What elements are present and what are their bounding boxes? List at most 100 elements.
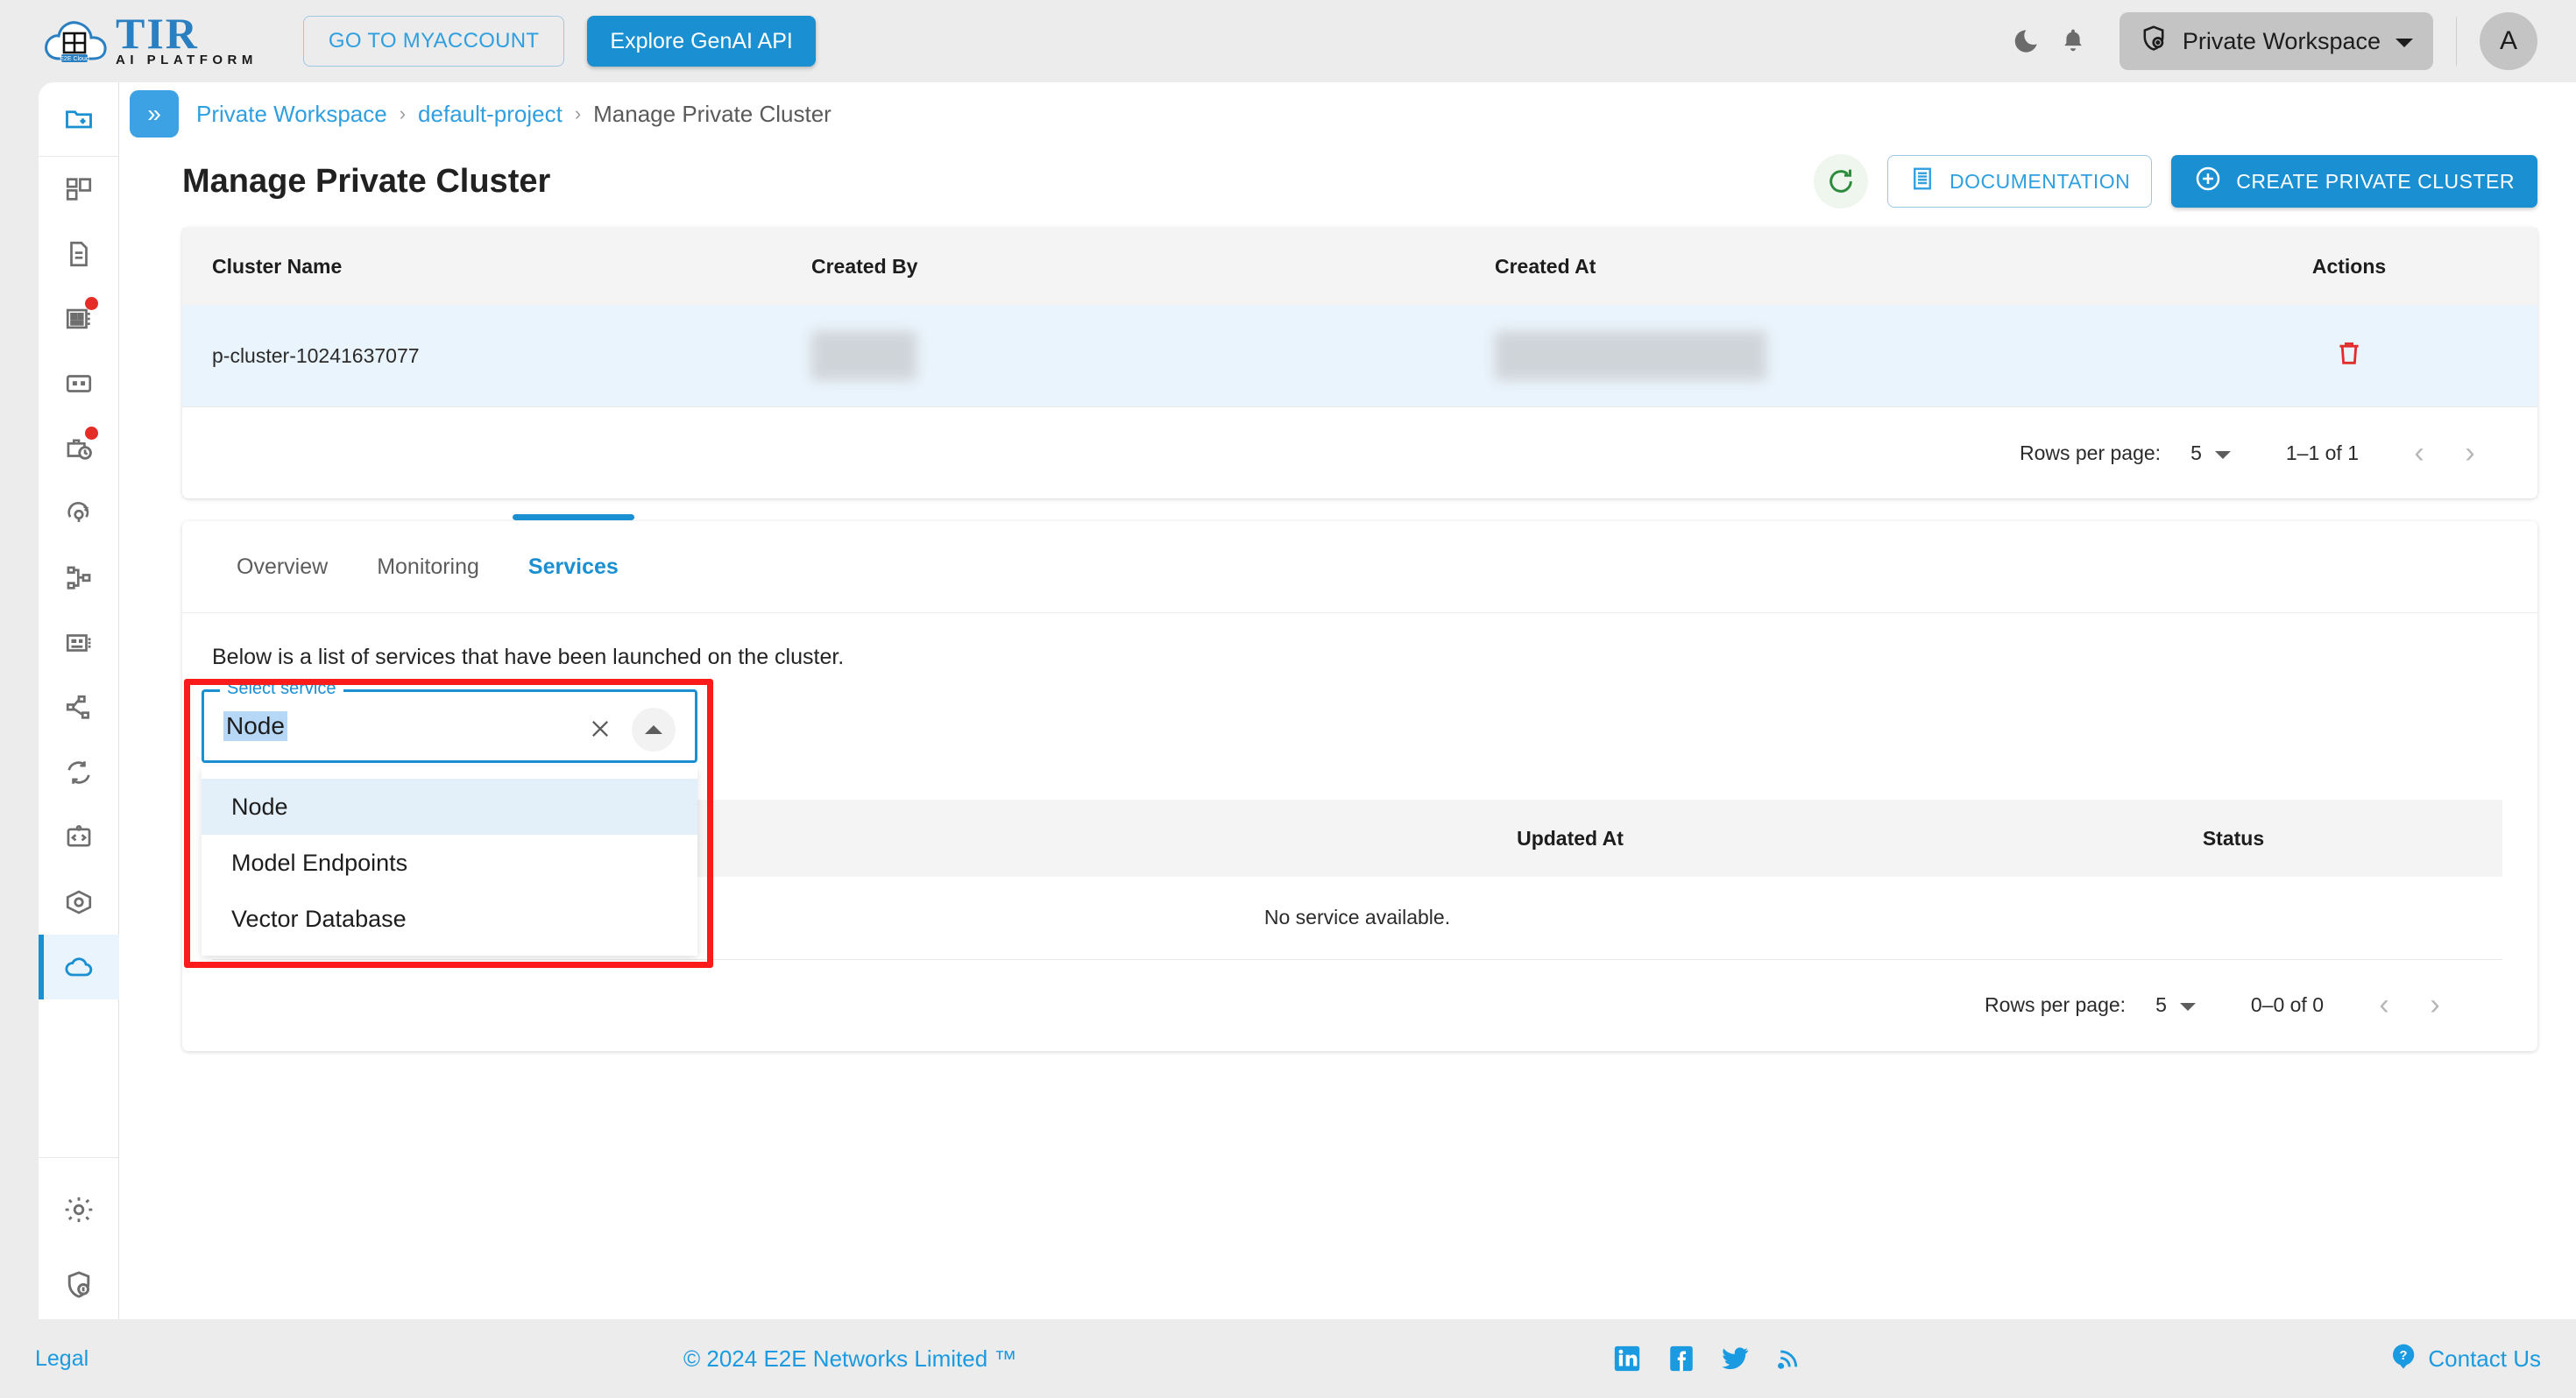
page-header: Manage Private Cluster DOCUMENTATION CRE…	[119, 145, 2576, 208]
svg-text:E2E Cloud: E2E Cloud	[60, 56, 89, 62]
option-vector-database-label: Vector Database	[231, 905, 407, 932]
rss-icon[interactable]	[1775, 1344, 1801, 1373]
sidebar-item-datasets[interactable]	[39, 351, 119, 416]
tab-overview-label: Overview	[237, 554, 329, 579]
next-page-icon[interactable]: ›	[2410, 980, 2460, 1031]
sidebar-item-pipelines[interactable]	[39, 546, 119, 611]
go-to-myaccount-button[interactable]: GO TO MYACCOUNT	[302, 16, 565, 67]
cell-actions	[2161, 305, 2537, 407]
chevron-up-icon[interactable]	[632, 708, 676, 752]
services-column-status: Status	[1964, 800, 2502, 877]
sidebar	[39, 82, 119, 1319]
svg-text:?: ?	[2400, 1349, 2408, 1363]
page-title: Manage Private Cluster	[182, 162, 551, 200]
help-icon: ?	[2389, 1342, 2417, 1376]
rows-per-page-select[interactable]: 5	[2155, 993, 2197, 1017]
select-service-value: Node	[223, 711, 287, 741]
twitter-icon[interactable]	[1721, 1344, 1751, 1373]
sidebar-item-notebooks[interactable]	[39, 222, 119, 286]
sidebar-group-main	[39, 157, 119, 1158]
tab-bar: Overview Monitoring Services	[182, 514, 2537, 612]
sidebar-item-models[interactable]	[39, 286, 119, 351]
chevron-down-icon	[2179, 993, 2197, 1017]
create-private-cluster-button[interactable]: CREATE PRIVATE CLUSTER	[2171, 155, 2537, 208]
sidebar-item-api[interactable]	[39, 805, 119, 870]
workspace-shield-icon	[2139, 24, 2169, 60]
sidebar-item-registry[interactable]	[39, 870, 119, 935]
documentation-label: DOCUMENTATION	[1950, 169, 2131, 193]
sidebar-item-jobs[interactable]	[39, 416, 119, 481]
rows-per-page-select[interactable]: 5	[2190, 441, 2232, 465]
linkedin-icon[interactable]	[1612, 1344, 1642, 1373]
close-icon[interactable]	[581, 710, 619, 748]
breadcrumb-current: Manage Private Cluster	[593, 100, 832, 127]
refresh-icon[interactable]	[1814, 154, 1869, 208]
cluster-table-body: p-cluster-10241637077	[182, 305, 2537, 407]
app-shell: » Private Workspace › default-project › …	[39, 82, 2576, 1319]
option-node-label: Node	[231, 793, 288, 820]
pagination-range: 1–1 of 1	[2285, 441, 2359, 464]
footer-legal-link[interactable]: Legal	[35, 1346, 88, 1372]
option-vector-database[interactable]: Vector Database	[202, 891, 697, 947]
sidebar-item-sync[interactable]	[39, 740, 119, 805]
cell-created-by	[811, 305, 1495, 407]
cluster-table-card: Cluster Name Created By Created At Actio…	[182, 228, 2537, 498]
cell-created-at	[1495, 305, 2161, 407]
sidebar-item-share[interactable]	[39, 675, 119, 740]
services-pagination: Rows per page: 5 0–0 of 0 ‹ ›	[212, 960, 2502, 1051]
delete-icon[interactable]	[2334, 342, 2364, 372]
option-node[interactable]: Node	[202, 779, 697, 835]
explore-genai-api-button[interactable]: Explore GenAI API	[587, 16, 816, 67]
column-actions: Actions	[2161, 228, 2537, 305]
cloud-logo-icon: E2E Cloud	[42, 15, 109, 67]
select-service-zone: Select service Node Node Model Endpoints…	[184, 679, 2502, 968]
table-row[interactable]: p-cluster-10241637077	[182, 305, 2537, 407]
dark-mode-icon[interactable]	[2002, 18, 2049, 65]
cluster-table: Cluster Name Created By Created At Actio…	[182, 228, 2537, 407]
contact-us-link[interactable]: ? Contact Us	[2389, 1342, 2541, 1376]
option-model-endpoints[interactable]: Model Endpoints	[202, 835, 697, 891]
rows-per-page-label: Rows per page:	[2019, 441, 2162, 464]
rows-per-page-value: 5	[2155, 993, 2167, 1016]
select-service-input[interactable]: Select service Node	[202, 679, 697, 763]
services-note: Below is a list of services that have be…	[212, 645, 845, 669]
sidebar-expand-button[interactable]: »	[130, 90, 179, 138]
next-page-icon[interactable]: ›	[2445, 427, 2495, 478]
sidebar-item-security[interactable]	[39, 1253, 119, 1317]
sidebar-item-settings[interactable]	[39, 1177, 119, 1242]
previous-page-icon[interactable]: ‹	[2359, 980, 2410, 1031]
sidebar-item-new-project[interactable]	[39, 82, 119, 156]
previous-page-icon[interactable]: ‹	[2394, 427, 2445, 478]
tab-overview[interactable]: Overview	[212, 521, 352, 612]
services-card: Overview Monitoring Services Below is a …	[182, 514, 2537, 1051]
top-bar: E2E Cloud TIR AI PLATFORM GO TO MYACCOUN…	[0, 0, 2576, 82]
documentation-button[interactable]: DOCUMENTATION	[1887, 155, 2153, 208]
breadcrumb-workspace[interactable]: Private Workspace	[196, 101, 387, 128]
tab-monitoring[interactable]: Monitoring	[352, 521, 504, 612]
footer-copyright: © 2024 E2E Networks Limited ™	[683, 1345, 1017, 1372]
plus-circle-icon	[2194, 165, 2222, 198]
pagination-range: 0–0 of 0	[2250, 993, 2324, 1016]
select-service-menu: Node Model Endpoints Vector Database	[202, 766, 697, 956]
sidebar-item-inference[interactable]	[39, 481, 119, 546]
tab-services-label: Services	[527, 554, 619, 579]
brand-logo[interactable]: E2E Cloud TIR AI PLATFORM	[42, 9, 258, 68]
sidebar-item-containers[interactable]	[39, 611, 119, 675]
logo-title: TIR	[116, 9, 199, 58]
workspace-selector[interactable]: Private Workspace	[2119, 12, 2433, 70]
chevron-down-icon	[2395, 28, 2414, 55]
create-private-cluster-label: CREATE PRIVATE CLUSTER	[2236, 169, 2515, 193]
sidebar-item-private-cloud[interactable]	[39, 935, 119, 999]
facebook-icon[interactable]	[1667, 1344, 1696, 1373]
redacted-value	[1495, 331, 1766, 380]
notifications-bell-icon[interactable]	[2049, 18, 2097, 65]
tab-services[interactable]: Services	[504, 514, 643, 612]
avatar[interactable]: A	[2480, 12, 2537, 70]
sidebar-item-dashboard[interactable]	[39, 157, 119, 222]
chevron-down-icon	[2214, 441, 2232, 465]
breadcrumb-project[interactable]: default-project	[418, 101, 563, 128]
main-content: » Private Workspace › default-project › …	[119, 82, 2576, 1319]
tab-monitoring-label: Monitoring	[377, 554, 479, 579]
breadcrumb: » Private Workspace › default-project › …	[119, 82, 2576, 145]
contact-us-label: Contact Us	[2428, 1345, 2541, 1372]
